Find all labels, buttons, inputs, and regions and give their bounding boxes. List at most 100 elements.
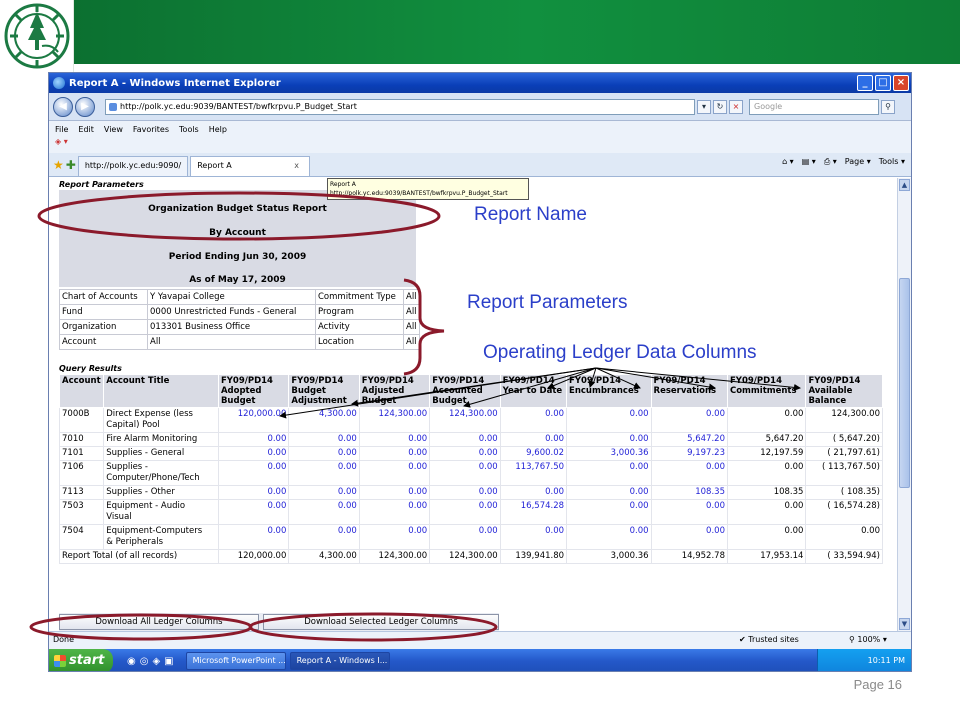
value-cell[interactable]: 0.00 xyxy=(499,407,568,433)
back-icon[interactable]: ◀ xyxy=(53,96,73,117)
column-header-line: Budget xyxy=(220,396,256,406)
scroll-thumb[interactable] xyxy=(899,278,910,488)
menu-help[interactable]: Help xyxy=(209,125,227,134)
value-cell[interactable]: 120,000.00 xyxy=(217,407,290,433)
tab-close-icon[interactable]: x xyxy=(294,161,299,170)
search-icon[interactable]: ⚲ xyxy=(881,99,895,114)
download-all-button[interactable]: Download All Ledger Columns xyxy=(59,614,259,630)
value-cell[interactable]: 0.00 xyxy=(288,485,360,500)
value-cell[interactable]: 0.00 xyxy=(288,524,360,550)
column-header: FY09/PD14 Available Balance xyxy=(805,374,883,408)
value-cell[interactable]: 0.00 xyxy=(358,460,431,486)
value-cell[interactable]: 3,000.36 xyxy=(566,446,652,461)
tab-polk[interactable]: http://polk.yc.edu:9090/ xyxy=(77,156,189,176)
table-row: 7101 Supplies - General 0.00 0.00 0.00 0.00 9,… xyxy=(58,446,883,461)
tools-menu[interactable]: Tools ▾ xyxy=(879,157,905,167)
taskbar-ie[interactable]: Report A - Windows I... xyxy=(289,652,390,670)
tab-report-a[interactable]: Report A x xyxy=(190,156,311,176)
value-cell[interactable]: 0.00 xyxy=(217,432,290,447)
value-cell[interactable]: 0.00 xyxy=(288,432,360,447)
value-cell[interactable]: 0.00 xyxy=(358,432,431,447)
value-cell[interactable]: 0.00 xyxy=(429,432,501,447)
total-value-cell: 3,000.36 xyxy=(566,549,652,564)
print-icon[interactable]: ⎙ ▾ xyxy=(824,157,837,167)
value-cell[interactable]: 0.00 xyxy=(566,499,652,525)
column-header-line: Available xyxy=(808,386,853,396)
value-cell[interactable]: 0.00 xyxy=(566,432,652,447)
add-favorite-icon[interactable]: ✚ xyxy=(66,154,76,176)
favorites-star-icon[interactable]: ★ xyxy=(53,154,64,176)
value-cell[interactable]: 0.00 xyxy=(358,524,431,550)
table-row: 7113 Supplies - Other 0.00 0.00 0.00 0.00 0.00… xyxy=(58,485,883,500)
account-cell: 7504 xyxy=(58,524,105,550)
maximize-icon[interactable]: □ xyxy=(875,75,891,91)
page-menu[interactable]: Page ▾ xyxy=(845,157,871,167)
value-cell[interactable]: 0.00 xyxy=(566,460,652,486)
value-cell[interactable]: 5,647.20 xyxy=(650,432,728,447)
snagit-icon[interactable]: ◈ ▾ xyxy=(55,137,68,146)
column-header: Account xyxy=(58,374,105,408)
value-cell[interactable]: 0.00 xyxy=(288,460,360,486)
menu-file[interactable]: File xyxy=(55,125,68,134)
stop-icon[interactable]: × xyxy=(729,99,743,114)
value-cell[interactable]: 0.00 xyxy=(499,432,568,447)
scroll-up-icon[interactable]: ▲ xyxy=(899,179,910,191)
value-cell[interactable]: 124,300.00 xyxy=(429,407,501,433)
value-cell[interactable]: 0.00 xyxy=(650,460,728,486)
quick-launch-icons[interactable]: ◉◎◈▣ xyxy=(127,656,178,667)
value-cell[interactable]: 0.00 xyxy=(288,499,360,525)
value-cell[interactable]: 0.00 xyxy=(566,407,652,433)
value-cell[interactable]: 0.00 xyxy=(429,524,501,550)
value-cell[interactable]: 16,574.28 xyxy=(499,499,568,525)
value-cell[interactable]: 124,300.00 xyxy=(358,407,431,433)
value-cell[interactable]: 0.00 xyxy=(429,485,501,500)
refresh-icon[interactable]: ↻ xyxy=(713,99,727,114)
value-cell[interactable]: 0.00 xyxy=(650,499,728,525)
value-cell[interactable]: 0.00 xyxy=(429,446,501,461)
column-header-line: Reservations xyxy=(653,386,717,396)
value-cell[interactable]: 0.00 xyxy=(217,499,290,525)
value-cell[interactable]: 0.00 xyxy=(650,524,728,550)
value-cell[interactable]: 0.00 xyxy=(217,524,290,550)
menu-favorites[interactable]: Favorites xyxy=(133,125,169,134)
value-cell[interactable]: 113,767.50 xyxy=(499,460,568,486)
value-cell[interactable]: 0.00 xyxy=(499,485,568,500)
dropdown-icon[interactable]: ▾ xyxy=(697,99,711,114)
search-input[interactable]: Google xyxy=(749,98,879,115)
value-cell[interactable]: 0.00 xyxy=(499,524,568,550)
account-title-line: Capital) Pool xyxy=(106,420,160,430)
value-cell[interactable]: 0.00 xyxy=(429,499,501,525)
value-cell[interactable]: 0.00 xyxy=(650,407,728,433)
scroll-down-icon[interactable]: ▼ xyxy=(899,618,910,630)
value-cell[interactable]: 0.00 xyxy=(217,446,290,461)
account-cell: 7113 xyxy=(58,485,105,500)
zoom-control[interactable]: ⚲ 100% ▾ xyxy=(849,632,887,648)
value-cell[interactable]: 108.35 xyxy=(650,485,728,500)
value-cell[interactable]: 9,197.23 xyxy=(650,446,728,461)
url-field[interactable]: http://polk.yc.edu:9039/BANTEST/bwfkrpvu… xyxy=(105,98,695,115)
menu-view[interactable]: View xyxy=(104,125,123,134)
value-cell[interactable]: 0.00 xyxy=(288,446,360,461)
menu-edit[interactable]: Edit xyxy=(78,125,94,134)
value-cell[interactable]: 0.00 xyxy=(217,485,290,500)
taskbar-powerpoint[interactable]: Microsoft PowerPoint ... xyxy=(185,652,286,670)
menu-tools[interactable]: Tools xyxy=(179,125,199,134)
minimize-icon[interactable]: _ xyxy=(857,75,873,91)
value-cell[interactable]: 0.00 xyxy=(429,460,501,486)
value-cell[interactable]: 0.00 xyxy=(566,485,652,500)
value-cell[interactable]: 4,300.00 xyxy=(288,407,360,433)
value-cell[interactable]: 0.00 xyxy=(358,499,431,525)
close-icon[interactable]: × xyxy=(893,75,909,91)
value-cell[interactable]: 0.00 xyxy=(358,446,431,461)
value-cell[interactable]: 0.00 xyxy=(566,524,652,550)
forward-icon[interactable]: ▶ xyxy=(75,96,95,117)
feeds-icon[interactable]: ▤ ▾ xyxy=(802,157,816,167)
home-icon[interactable]: ⌂ ▾ xyxy=(782,157,794,167)
value-cell[interactable]: 0.00 xyxy=(217,460,290,486)
download-selected-button[interactable]: Download Selected Ledger Columns xyxy=(263,614,499,630)
value-cell[interactable]: 9,600.02 xyxy=(499,446,568,461)
start-button[interactable]: start xyxy=(49,649,113,671)
vertical-scrollbar[interactable]: ▲ ▼ xyxy=(897,178,911,631)
value-cell[interactable]: 0.00 xyxy=(358,485,431,500)
param-value: All xyxy=(403,334,420,350)
